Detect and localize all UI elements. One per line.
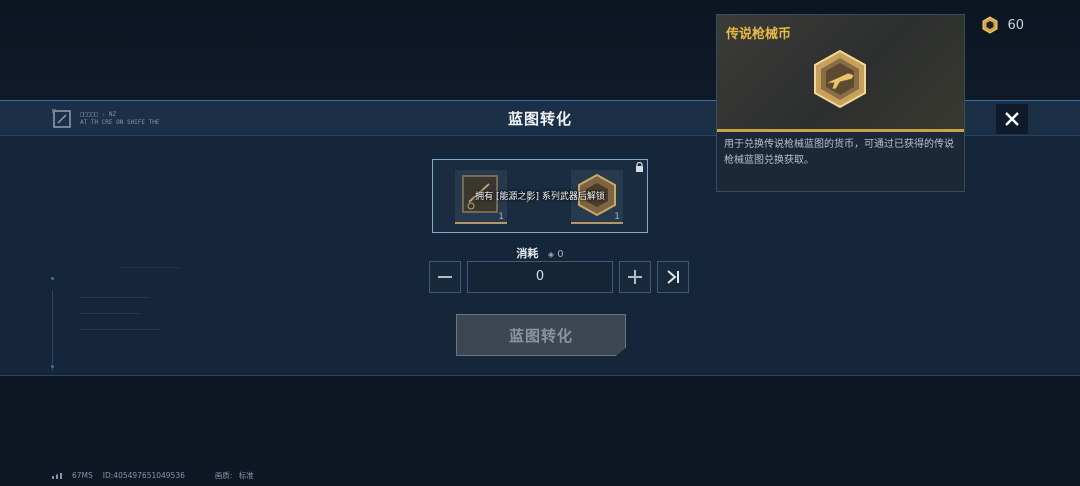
tooltip-title: 传说枪械币 (726, 27, 792, 42)
increase-button[interactable] (619, 261, 651, 293)
slot-count: 1 (614, 212, 620, 222)
currency-display: 60 (981, 16, 1024, 34)
signal-icon (52, 472, 62, 479)
decor-line (80, 313, 140, 314)
quality-text: 画质: 标准 (215, 470, 254, 481)
quality-value: 标准 (238, 471, 254, 480)
decor-line (80, 297, 150, 298)
decor-line (120, 267, 180, 268)
cost-value: ◈ 0 (548, 249, 564, 260)
item-tooltip: 传说枪械币 用于兑换传说枪械蓝图的货币，可通过已获得的传说枪械蓝图兑换获取。 (716, 14, 965, 192)
decrease-button[interactable] (429, 261, 461, 293)
close-icon (1005, 112, 1019, 126)
plus-icon (628, 270, 642, 284)
tooltip-accent-bar (717, 129, 964, 132)
lock-icon (636, 162, 643, 172)
decor-dot (51, 277, 54, 280)
slot-count: 1 (498, 212, 504, 222)
unlock-requirement-text: 拥有 [能源之影] 系列武器后解锁 (475, 192, 605, 202)
decor-line (80, 329, 160, 330)
player-id-text: ID:405497651049536 (102, 471, 185, 480)
latency-text: 67MS (72, 471, 93, 480)
cost-amount: 0 (557, 249, 564, 260)
max-button[interactable] (657, 261, 689, 293)
cost-row: 消耗 ◈ 0 (0, 245, 1080, 261)
status-footer: 67MS ID:405497651049536 画质: 标准 (52, 470, 254, 481)
legendary-weapon-coin-icon (814, 49, 866, 109)
cost-label: 消耗 (516, 247, 539, 260)
decor-line (52, 291, 53, 371)
quality-label: 画质: (214, 471, 233, 480)
skip-to-max-icon (667, 270, 679, 284)
convert-button[interactable]: 蓝图转化 (456, 314, 626, 356)
convert-slots-box[interactable]: 1 › 1 拥有 [能源之影] 系列武器后解锁 (432, 159, 648, 233)
decor-dot (51, 365, 54, 368)
currency-value: 60 (1007, 17, 1024, 33)
quantity-input[interactable]: 0 (467, 261, 613, 293)
tooltip-description: 用于兑换传说枪械蓝图的货币，可通过已获得的传说枪械蓝图兑换获取。 (724, 139, 954, 166)
close-button[interactable] (996, 104, 1028, 134)
minus-icon (438, 276, 452, 278)
gold-coin-icon (982, 16, 998, 34)
coin-small-icon: ◈ (547, 250, 555, 259)
